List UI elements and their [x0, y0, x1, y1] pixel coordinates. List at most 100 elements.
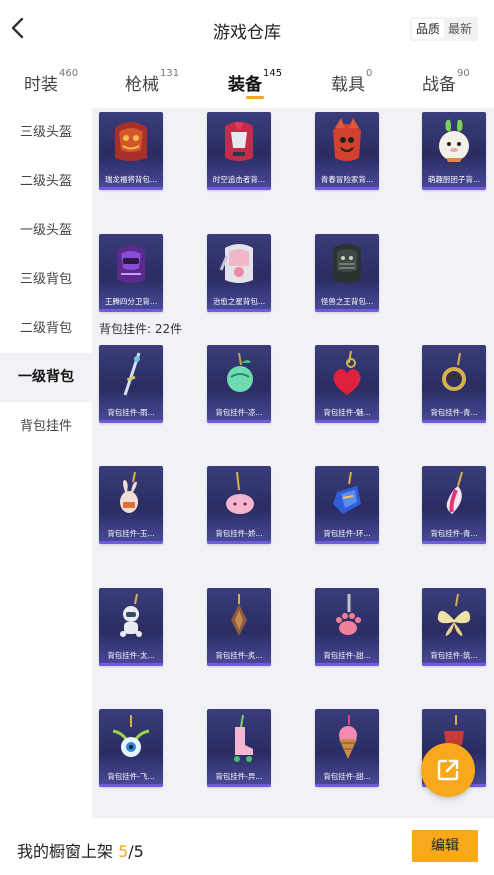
fruit-charm-icon — [227, 352, 253, 392]
showcase-total: /5 — [128, 842, 144, 861]
item-label: 时空追击者背... — [212, 175, 266, 184]
item-card[interactable]: 背包挂件-玉... — [99, 466, 163, 544]
item-card[interactable]: 背包挂件-异... — [207, 709, 271, 787]
item-label: 背包挂件-异... — [215, 772, 263, 781]
item-label: 背包挂件-筑... — [430, 651, 478, 660]
item-card[interactable]: 背包挂件-雨... — [99, 345, 163, 423]
item-label: 背包挂件-青... — [430, 529, 478, 538]
tab-count: 460 — [59, 68, 79, 79]
item-card[interactable]: 背包挂件-环... — [315, 466, 379, 544]
tab-count: 131 — [160, 68, 180, 79]
item-label: 背包挂件-玉... — [107, 529, 155, 538]
tab-count: 90 — [457, 68, 470, 79]
sort-newest-option[interactable]: 最新 — [444, 19, 476, 39]
item-card[interactable]: 背包挂件-甜... — [315, 588, 379, 666]
heart-charm-icon — [333, 350, 361, 395]
item-card[interactable]: 瑞龙福将背包... — [99, 112, 163, 190]
item-card[interactable]: 背包挂件-筑... — [422, 588, 486, 666]
item-label: 萌趣厨团子背... — [427, 175, 481, 184]
edit-button[interactable]: 编辑 — [412, 830, 478, 862]
tab-equipment[interactable]: 装备145 — [228, 68, 283, 95]
item-card[interactable]: 背包挂件-甜... — [315, 709, 379, 787]
tab-gear[interactable]: 战备90 — [422, 68, 470, 95]
bunny-backpack-icon — [439, 119, 469, 162]
item-card[interactable]: 背包挂件-魅... — [315, 345, 379, 423]
item-grid: 瑞龙福将背包... 时空追击者背... 青春冒险家背... 萌趣厨团子背... — [92, 108, 494, 818]
tab-label: 战备 — [422, 75, 456, 95]
section-title-charms: 背包挂件: 22件 — [99, 322, 183, 336]
monster-backpack-icon — [333, 244, 361, 283]
feather-charm-icon — [446, 471, 463, 514]
item-card[interactable]: 背包挂件-青... — [422, 466, 486, 544]
icecream-charm-icon — [339, 715, 357, 759]
item-card[interactable]: 萌趣厨团子背... — [422, 112, 486, 190]
tab-fashion[interactable]: 时装460 — [24, 68, 79, 95]
showcase-label: 我的橱窗上架 — [17, 842, 119, 861]
header: 游戏仓库 品质 最新 — [0, 0, 494, 58]
item-label: 背包挂件-飞... — [107, 772, 155, 781]
item-label: 背包挂件-环... — [323, 529, 371, 538]
item-label: 背包挂件-凉... — [215, 408, 263, 417]
sidebar-item-charms[interactable]: 背包挂件 — [0, 402, 92, 451]
item-card[interactable]: 青春冒险家背... — [315, 112, 379, 190]
tab-label: 枪械 — [125, 75, 159, 95]
item-card[interactable]: 背包挂件-娇... — [207, 466, 271, 544]
item-label: 背包挂件-娇... — [215, 529, 263, 538]
tab-label: 时装 — [24, 75, 58, 95]
sidebar-item-helmet-lv1[interactable]: 一级头盔 — [0, 206, 92, 255]
share-button[interactable] — [421, 743, 475, 797]
item-label: 王腾四分卫背... — [104, 297, 158, 306]
category-tabs: 时装460 枪械131 装备145 载具0 战备90 — [0, 58, 494, 108]
item-label: 怪兽之王背包... — [320, 297, 374, 306]
tab-vehicles[interactable]: 载具0 — [331, 68, 373, 95]
item-card[interactable]: 王腾四分卫背... — [99, 234, 163, 312]
flame-charm-icon — [231, 594, 247, 636]
item-label: 背包挂件-炙... — [215, 651, 263, 660]
sidebar-item-backpack-lv2[interactable]: 二级背包 — [0, 304, 92, 353]
item-card[interactable]: 背包挂件-炙... — [207, 588, 271, 666]
item-card[interactable]: 背包挂件-飞... — [99, 709, 163, 787]
item-label: 背包挂件-甜... — [323, 772, 371, 781]
astronaut-charm-icon — [120, 593, 142, 637]
bottom-bar: 我的橱窗上架 5/5 编辑 — [0, 818, 494, 875]
item-label: 瑞龙福将背包... — [104, 175, 158, 184]
sidebar: 三级头盔 二级头盔 一级头盔 三级背包 二级背包 一级背包 背包挂件 — [0, 108, 92, 818]
tab-count: 145 — [263, 68, 283, 79]
item-label: 背包挂件-雨... — [107, 408, 155, 417]
showcase-current: 5 — [118, 842, 129, 861]
sort-quality-option[interactable]: 品质 — [411, 19, 444, 39]
sidebar-item-helmet-lv3[interactable]: 三级头盔 — [0, 108, 92, 157]
skate-charm-icon — [234, 714, 253, 762]
item-card[interactable]: 怪兽之王背包... — [315, 234, 379, 312]
item-card[interactable]: 背包挂件-青... — [422, 345, 486, 423]
rabbit-charm-icon — [120, 471, 138, 513]
item-label: 背包挂件-甜... — [323, 651, 371, 660]
tab-weapons[interactable]: 枪械131 — [125, 68, 180, 95]
sidebar-item-backpack-lv1[interactable]: 一级背包 — [0, 353, 92, 402]
star-backpack-icon — [219, 244, 253, 283]
dragon-backpack-icon — [115, 122, 147, 161]
gem-charm-icon — [333, 471, 361, 514]
item-label: 治愈之星背包... — [212, 297, 266, 306]
adventurer-backpack-icon — [333, 118, 361, 161]
item-card[interactable]: 治愈之星背包... — [207, 234, 271, 312]
gold-charm-icon — [442, 352, 466, 391]
item-card[interactable]: 时空追击者背... — [207, 112, 271, 190]
item-label: 背包挂件-青... — [430, 408, 478, 417]
butterfly-charm-icon — [437, 593, 471, 636]
item-card[interactable]: 背包挂件-凉... — [207, 345, 271, 423]
showcase-count: 我的橱窗上架 5/5 — [17, 838, 144, 862]
quarterback-backpack-icon — [117, 245, 145, 283]
item-label: 青春冒险家背... — [320, 175, 374, 184]
item-card[interactable]: 背包挂件-太... — [99, 588, 163, 666]
item-label: 背包挂件-太... — [107, 651, 155, 660]
sword-charm-icon — [123, 352, 141, 396]
external-share-icon — [437, 759, 459, 781]
sidebar-item-backpack-lv3[interactable]: 三级背包 — [0, 255, 92, 304]
tab-label: 装备 — [228, 75, 262, 95]
item-label: 背包挂件-魅... — [323, 408, 371, 417]
sort-toggle: 品质 最新 — [409, 17, 478, 41]
pink-blob-charm-icon — [226, 471, 254, 514]
sidebar-item-helmet-lv2[interactable]: 二级头盔 — [0, 157, 92, 206]
tab-count: 0 — [366, 68, 373, 79]
